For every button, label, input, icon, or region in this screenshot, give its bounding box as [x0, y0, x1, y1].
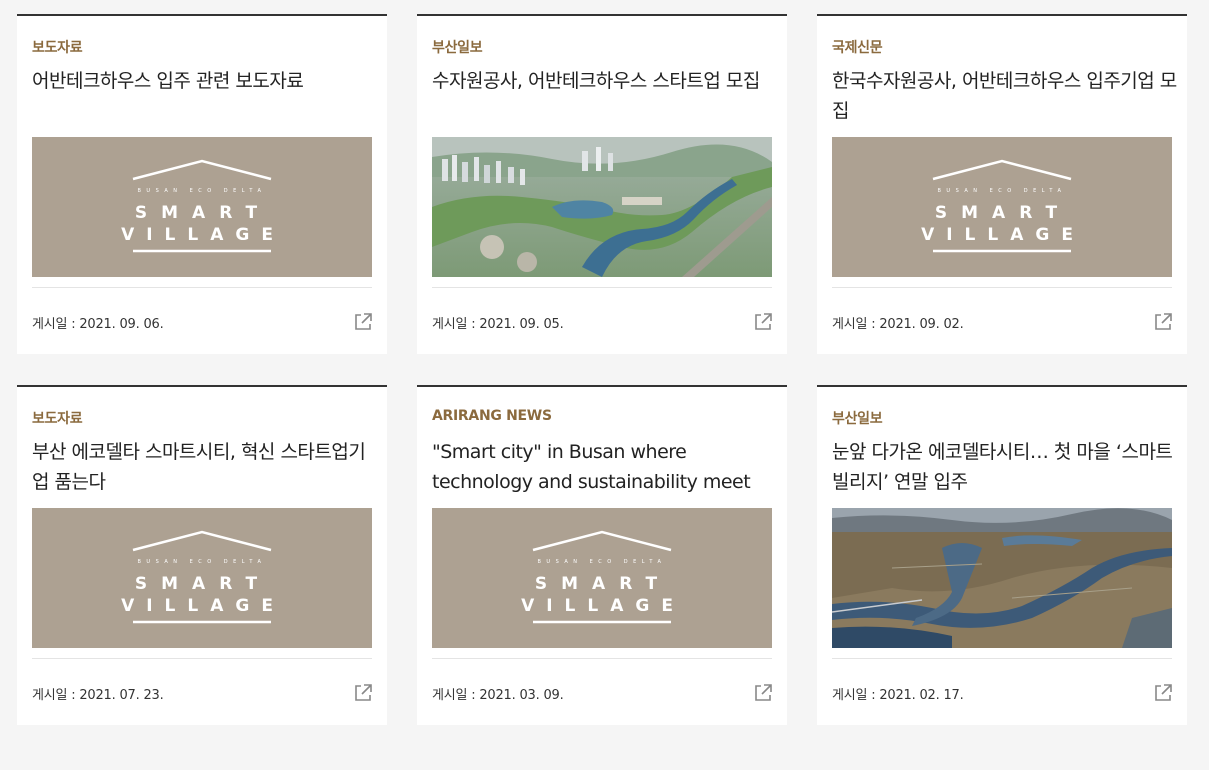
card-divider [32, 287, 372, 288]
post-date: 게시일 : 2021. 09. 05. [432, 317, 564, 332]
smart-village-logo: BUSAN ECO DELTA SMART VILLAGE [32, 508, 372, 648]
logo-line2: VILLAGE [521, 596, 685, 616]
news-thumbnail[interactable]: BUSAN ECO DELTA SMART VILLAGE [432, 508, 772, 648]
logo-line1: SMART [135, 203, 271, 223]
post-date: 게시일 : 2021. 09. 06. [32, 317, 164, 332]
logo-small-text: BUSAN ECO DELTA [138, 559, 267, 565]
card-divider [32, 658, 372, 659]
external-link-icon[interactable] [353, 683, 373, 703]
smart-village-logo: BUSAN ECO DELTA SMART VILLAGE [432, 508, 772, 648]
news-title[interactable]: 눈앞 다가온 에코델타시티… 첫 마을 ‘스마트빌리지’ 연말 입주 [832, 437, 1177, 497]
news-card[interactable]: ARIRANG NEWS "Smart city" in Busan where… [417, 385, 787, 725]
logo-small-text: BUSAN ECO DELTA [538, 559, 667, 565]
news-source: 국제신문 [832, 40, 883, 56]
external-link-icon[interactable] [1153, 312, 1173, 332]
logo-small-text: BUSAN ECO DELTA [138, 188, 267, 194]
news-thumbnail[interactable]: BUSAN ECO DELTA SMART VILLAGE [832, 137, 1172, 277]
news-source: 보도자료 [32, 40, 83, 56]
post-date: 게시일 : 2021. 03. 09. [432, 688, 564, 703]
news-thumbnail[interactable]: BUSAN ECO DELTA SMART VILLAGE [32, 137, 372, 277]
news-title[interactable]: 한국수자원공사, 어반테크하우스 입주기업 모집 [832, 66, 1177, 126]
card-divider [832, 658, 1172, 659]
logo-line2: VILLAGE [921, 225, 1085, 245]
aerial-city-rendering [432, 137, 772, 277]
news-thumbnail[interactable]: BUSAN ECO DELTA SMART VILLAGE [32, 508, 372, 648]
logo-line1: SMART [935, 203, 1071, 223]
post-date: 게시일 : 2021. 02. 17. [832, 688, 964, 703]
news-thumbnail[interactable] [832, 508, 1172, 648]
logo-line1: SMART [535, 574, 671, 594]
external-link-icon[interactable] [353, 312, 373, 332]
card-divider [432, 658, 772, 659]
news-title[interactable]: 수자원공사, 어반테크하우스 스타트업 모집 [432, 66, 777, 96]
post-date: 게시일 : 2021. 09. 02. [832, 317, 964, 332]
aerial-river-delta-photo [832, 508, 1172, 648]
news-source: 보도자료 [32, 411, 83, 427]
news-card[interactable]: 부산일보 눈앞 다가온 에코델타시티… 첫 마을 ‘스마트빌리지’ 연말 입주 … [817, 385, 1187, 725]
smart-village-logo: BUSAN ECO DELTA SMART VILLAGE [832, 137, 1172, 277]
news-title[interactable]: 부산 에코델타 스마트시티, 혁신 스타트업기업 품는다 [32, 437, 377, 497]
external-link-icon[interactable] [753, 683, 773, 703]
smart-village-logo: BUSAN ECO DELTA SMART VILLAGE [32, 137, 372, 277]
logo-small-text: BUSAN ECO DELTA [938, 188, 1067, 194]
news-thumbnail[interactable] [432, 137, 772, 277]
news-title[interactable]: 어반테크하우스 입주 관련 보도자료 [32, 66, 377, 96]
external-link-icon[interactable] [1153, 683, 1173, 703]
logo-line2: VILLAGE [121, 596, 285, 616]
external-link-icon[interactable] [753, 312, 773, 332]
card-divider [432, 287, 772, 288]
news-card[interactable]: 보도자료 부산 에코델타 스마트시티, 혁신 스타트업기업 품는다 BUSAN … [17, 385, 387, 725]
news-source: 부산일보 [832, 411, 883, 427]
news-card[interactable]: 부산일보 수자원공사, 어반테크하우스 스타트업 모집 게시일: 2021. … [417, 14, 787, 354]
news-source: ARIRANG NEWS [432, 408, 552, 424]
post-date: 게시일 : 2021. 07. 23. [32, 688, 164, 703]
news-title[interactable]: "Smart city" in Busan where technology a… [432, 437, 777, 497]
logo-line2: VILLAGE [121, 225, 285, 245]
news-source: 부산일보 [432, 40, 483, 56]
card-divider [832, 287, 1172, 288]
logo-line1: SMART [135, 574, 271, 594]
news-card[interactable]: 보도자료 어반테크하우스 입주 관련 보도자료 BUSAN ECO DELTA … [17, 14, 387, 354]
news-card[interactable]: 국제신문 한국수자원공사, 어반테크하우스 입주기업 모집 BUSAN ECO … [817, 14, 1187, 354]
